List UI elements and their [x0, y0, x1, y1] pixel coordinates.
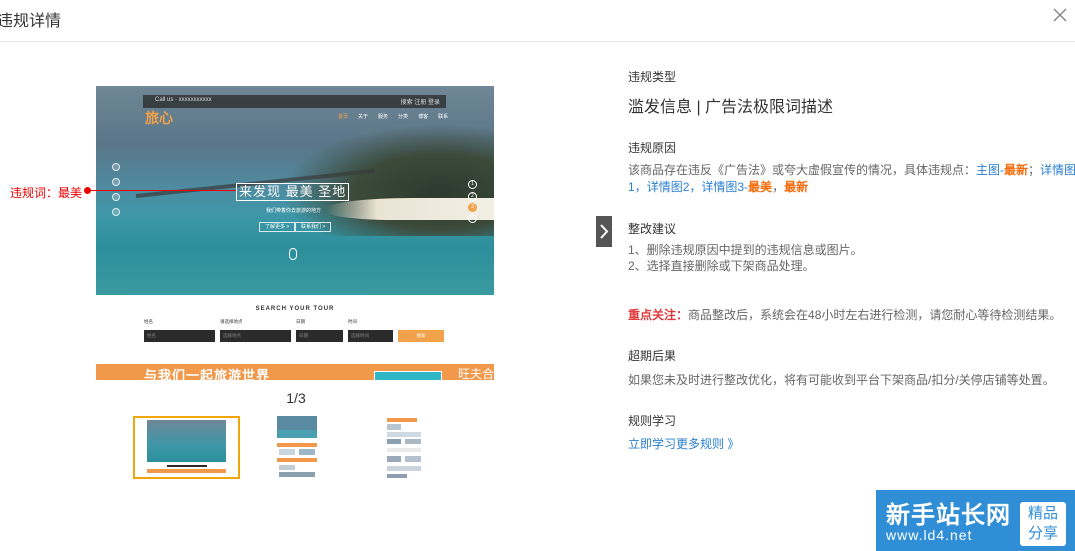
- preview-field: 选择地点: [220, 330, 291, 342]
- watermark-badge-line: 分享: [1027, 525, 1058, 542]
- slide-dot: 4: [468, 214, 477, 223]
- preview-nav-item: 联系: [438, 114, 449, 120]
- watermark-badge: 精品 分享: [1020, 502, 1066, 546]
- preview-top-bar: Call us · xxxxxxxxxxx 搜索 注册 登录: [143, 95, 446, 108]
- preview-field-label: 时间: [348, 319, 357, 324]
- suggest-label: 整改建议: [628, 222, 677, 236]
- preview-field: 日期: [296, 330, 343, 342]
- watermark-url: www.ld4.net: [886, 527, 973, 543]
- focus-label: 重点关注：: [628, 308, 689, 322]
- preview-field: 选择时间: [348, 330, 393, 342]
- twitter-icon: [112, 178, 120, 186]
- thumbnail-2[interactable]: [277, 416, 317, 479]
- close-icon[interactable]: [1051, 6, 1069, 24]
- preview-nav-item: 关于: [358, 114, 369, 120]
- scroll-mouse-icon: [289, 248, 297, 260]
- slide-dot: 1: [468, 180, 477, 189]
- preview-field: 姓名: [144, 330, 215, 342]
- suggest-item: 2、选择直接删除或下架商品处理。: [628, 259, 815, 273]
- violation-marker-dot: [84, 187, 91, 194]
- preview-logo: 旅心: [145, 110, 173, 126]
- preview-promo-strip: 与我们一起旅游世界 旺夫合: [96, 364, 494, 380]
- focus-note: 重点关注：商品整改后，系统会在48小时左右进行检测，请您耐心等待检测结果。: [628, 306, 1061, 323]
- preview-top-links: 搜索 注册 登录: [400, 100, 440, 106]
- preview-nav-item: 首页: [338, 114, 349, 120]
- preview-search-button: 搜索: [398, 330, 444, 342]
- chevron-right-icon[interactable]: [596, 216, 612, 247]
- facebook-icon: [112, 163, 120, 171]
- suggest-list: 1、删除违规原因中提到的违规信息或图片。 2、选择直接删除或下架商品处理。: [628, 242, 863, 274]
- reason-link-main[interactable]: 主图-: [976, 163, 1004, 177]
- violation-word-label: 违规词：最美: [10, 186, 83, 200]
- site-watermark: 新手站长网 www.ld4.net 精品 分享: [876, 490, 1075, 551]
- preview-promo-right: 旺夫合: [458, 367, 494, 380]
- dialog-title: 违规详情: [0, 13, 62, 30]
- watermark-badge-line: 精品: [1027, 505, 1058, 522]
- preview-nav: 首页 关于 服务 分类 博客 联系: [338, 113, 448, 120]
- slide-dot-active: 3: [468, 203, 477, 212]
- google-icon: [112, 193, 120, 201]
- thumbnail-3[interactable]: [385, 416, 425, 481]
- learn-more-link[interactable]: 立即学习更多规则 》: [628, 435, 739, 452]
- preview-contact: Call us · xxxxxxxxxxx: [155, 97, 212, 103]
- reason-word: 最新: [784, 180, 809, 194]
- weibo-icon: [112, 208, 120, 216]
- preview-button-more: 了解更多 >: [259, 222, 296, 232]
- reason-word: 最美: [748, 180, 773, 194]
- reason-text: 该商品存在违反《广告法》或夸大虚假宣传的情况，具体违规点：主图-最新；详情图1，…: [628, 162, 1075, 196]
- main-preview-image: Call us · xxxxxxxxxxx 搜索 注册 登录 旅心 首页 关于 …: [96, 86, 494, 380]
- preview-promo-text: 与我们一起旅游世界: [144, 368, 271, 380]
- preview-nav-item: 分类: [398, 114, 409, 120]
- preview-subtitle: 我们带着你去旅游的地方: [266, 208, 322, 214]
- thumbnail-1[interactable]: [133, 416, 240, 479]
- image-pager: 1/3: [286, 390, 306, 406]
- reason-label: 违规原因: [628, 141, 677, 155]
- suggest-item: 1、删除违规原因中提到的违规信息或图片。: [628, 243, 863, 257]
- type-label: 违规类型: [628, 70, 677, 84]
- dialog-header: 违规详情: [0, 0, 1075, 42]
- preview-field-label: 请选择地点: [220, 319, 243, 324]
- preview-nav-item: 服务: [378, 114, 389, 120]
- preview-field-label: 姓名: [144, 319, 153, 324]
- type-value: 滥发信息 | 广告法极限词描述: [628, 99, 834, 116]
- reason-separator: ；: [1028, 163, 1041, 177]
- reason-link-detail-3[interactable]: 详情图3-: [701, 180, 748, 194]
- reason-separator: ，: [772, 180, 785, 194]
- preview-field-label: 日期: [296, 319, 305, 324]
- reason-word: 最新: [1004, 163, 1029, 177]
- slide-dot: 2: [468, 192, 477, 201]
- focus-text: 商品整改后，系统会在48小时左右进行检测，请您耐心等待检测结果。: [688, 308, 1062, 322]
- preview-promo-box: [374, 371, 442, 380]
- violation-marker-line: [88, 190, 236, 191]
- watermark-title: 新手站长网: [886, 502, 1011, 529]
- learn-label: 规则学习: [628, 414, 677, 428]
- preview-nav-item: 博客: [418, 114, 429, 120]
- overdue-text: 如果您未及时进行整改优化，将有可能收到平台下架商品/扣分/关停店铺等处置。: [628, 373, 1055, 387]
- reason-prefix: 该商品存在违反《广告法》或夸大虚假宣传的情况，具体违规点：: [628, 163, 977, 177]
- overdue-label: 超期后果: [628, 349, 677, 363]
- preview-slogan: 来发现 最美 圣地: [236, 183, 350, 201]
- reason-link-detail-2[interactable]: 详情图2，: [647, 180, 702, 194]
- preview-button-contact: 联系我们 >: [295, 222, 332, 232]
- preview-search-title: SEARCH YOUR TOUR: [255, 306, 335, 312]
